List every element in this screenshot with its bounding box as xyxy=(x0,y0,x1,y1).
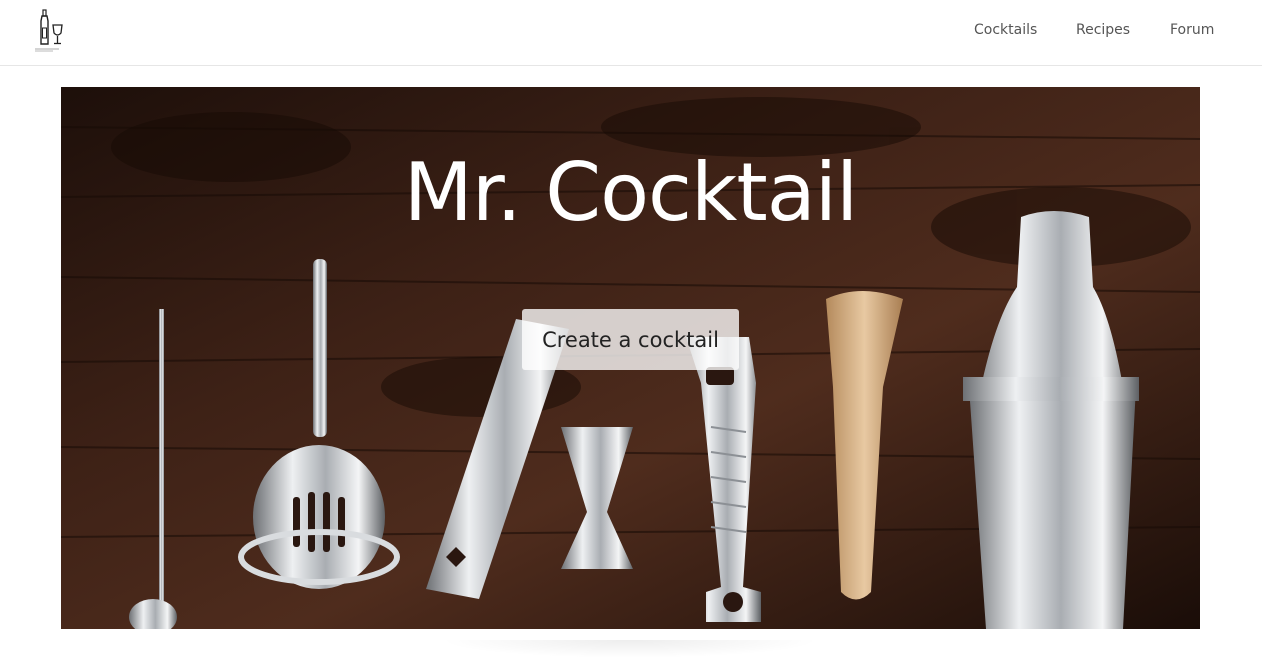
bottle-and-glass-icon[interactable] xyxy=(31,8,69,56)
section-divider-shadow xyxy=(440,640,820,658)
nav-link-cocktails[interactable]: Cocktails xyxy=(974,22,1037,38)
navbar: Cocktails Recipes Forum xyxy=(0,0,1262,66)
create-cocktail-button[interactable]: Create a cocktail xyxy=(522,309,739,370)
nav-link-recipes[interactable]: Recipes xyxy=(1076,22,1130,38)
nav-link-forum[interactable]: Forum xyxy=(1170,22,1214,38)
hero-title: Mr. Cocktail xyxy=(403,146,858,239)
hero-banner: Mr. Cocktail Create a cocktail xyxy=(61,87,1200,629)
